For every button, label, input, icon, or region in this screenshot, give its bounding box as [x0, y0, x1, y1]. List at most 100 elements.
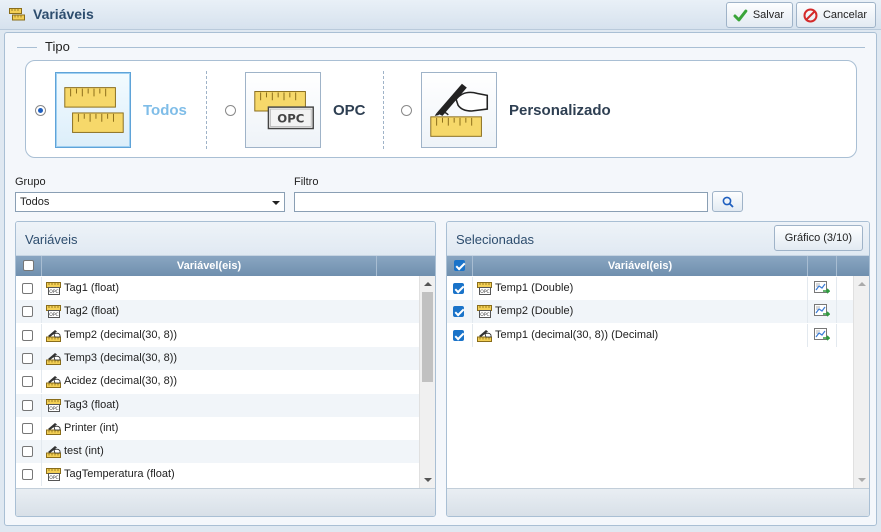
- row-checkbox[interactable]: [453, 306, 464, 318]
- panel-header: Variáveis: [16, 222, 435, 256]
- scroll-down-arrow[interactable]: [424, 478, 432, 482]
- tipo-option-opc[interactable]: OPC OPC: [225, 71, 366, 149]
- custom-pen-icon: [46, 329, 61, 342]
- opc-icon: [477, 305, 492, 318]
- custom-pen-icon: [46, 445, 61, 458]
- row-checkbox[interactable]: [22, 422, 33, 434]
- chevron-down-icon: [272, 201, 280, 205]
- variable-name: Tag1 (float): [64, 282, 120, 294]
- row-checkbox[interactable]: [22, 352, 33, 364]
- opc-icon: [46, 282, 61, 295]
- panel-footer: [16, 488, 435, 516]
- table-row[interactable]: Acidez (decimal(30, 8)): [16, 370, 419, 394]
- custom-pen-icon: [46, 352, 61, 365]
- variable-name: Printer (int): [64, 421, 119, 434]
- radio-opc[interactable]: [225, 104, 236, 116]
- row-checkbox[interactable]: [22, 283, 33, 294]
- save-label: Salvar: [752, 9, 784, 21]
- opc-icon: [477, 282, 492, 295]
- variable-name: Tag2 (float): [64, 305, 120, 318]
- filtro-input[interactable]: [294, 192, 708, 212]
- variable-name: Tag3 (float): [64, 398, 120, 411]
- panel-header: Selecionadas Gráfico (3/10): [447, 222, 869, 256]
- custom-pen-icon: [477, 329, 492, 342]
- chart-add-icon[interactable]: [814, 328, 830, 343]
- grafico-button[interactable]: Gráfico (3/10): [773, 225, 863, 251]
- row-checkbox[interactable]: [22, 306, 33, 318]
- save-button[interactable]: Salvar: [726, 2, 793, 28]
- row-checkbox-cell: [16, 346, 42, 370]
- table-row[interactable]: Tag2 (float): [16, 300, 419, 324]
- row-checkbox-cell: [16, 440, 42, 464]
- opc-icon: [46, 399, 61, 412]
- window-title: Variáveis: [33, 6, 94, 22]
- select-all-checkbox[interactable]: [23, 260, 34, 271]
- select-all-checkbox[interactable]: [454, 260, 465, 271]
- radio-todos[interactable]: [35, 104, 46, 116]
- panel-title: Selecionadas: [456, 232, 535, 247]
- row-checkbox[interactable]: [22, 329, 33, 341]
- search-button[interactable]: [712, 191, 743, 212]
- column-divider: [836, 300, 837, 324]
- variable-name: Acidez (decimal(30, 8)): [64, 375, 178, 388]
- hand-pen-ruler-icon[interactable]: [421, 72, 497, 148]
- grid-header: Variável(eis): [447, 256, 869, 276]
- custom-pen-icon: [46, 375, 61, 388]
- row-checkbox[interactable]: [22, 469, 33, 481]
- scroll-up-arrow[interactable]: [424, 282, 432, 286]
- cancel-label: Cancelar: [822, 9, 867, 21]
- tipo-option-personalizado[interactable]: Personalizado: [401, 71, 611, 149]
- table-row[interactable]: Tag3 (float): [16, 393, 419, 417]
- tipo-label-personalizado[interactable]: Personalizado: [509, 102, 611, 119]
- vertical-scrollbar[interactable]: [853, 276, 869, 488]
- tipo-divider: [17, 47, 865, 48]
- tipo-options-box: Todos OPC OPC Personalizado: [25, 60, 857, 158]
- tipo-label-opc[interactable]: OPC: [333, 102, 366, 119]
- row-checkbox-cell: [447, 323, 473, 347]
- variable-name: Temp1 (Double): [495, 282, 574, 294]
- row-checkbox[interactable]: [22, 399, 33, 411]
- row-checkbox[interactable]: [22, 376, 33, 388]
- grupo-select[interactable]: Todos: [15, 192, 285, 212]
- table-row[interactable]: Temp1 (decimal(30, 8)) (Decimal): [447, 323, 853, 347]
- table-row[interactable]: TagTemperatura (float): [16, 463, 419, 487]
- tipo-option-todos[interactable]: Todos: [35, 71, 187, 149]
- row-checkbox-cell: [16, 463, 42, 487]
- row-checkbox[interactable]: [22, 446, 33, 458]
- scroll-down-arrow[interactable]: [858, 478, 866, 482]
- header-checkbox-cell: [16, 256, 42, 276]
- table-row[interactable]: test (int): [16, 440, 419, 464]
- rulers-icon[interactable]: [55, 72, 131, 148]
- chart-add-icon[interactable]: [814, 304, 830, 319]
- vertical-scrollbar[interactable]: [419, 276, 435, 488]
- cancel-button[interactable]: Cancelar: [796, 2, 876, 28]
- column-divider: [836, 256, 837, 276]
- panel-title: Variáveis: [25, 232, 78, 247]
- row-checkbox-cell: [16, 416, 42, 440]
- opc-ruler-icon[interactable]: OPC: [245, 72, 321, 148]
- variable-name: TagTemperatura (float): [64, 468, 175, 481]
- chart-add-icon[interactable]: [814, 281, 830, 296]
- row-checkbox-cell: [16, 323, 42, 347]
- table-row[interactable]: Temp2 (decimal(30, 8)): [16, 323, 419, 347]
- search-icon: [722, 196, 734, 208]
- table-row[interactable]: Temp1 (Double): [447, 277, 853, 300]
- scroll-up-arrow[interactable]: [858, 282, 866, 286]
- row-checkbox[interactable]: [453, 329, 464, 341]
- table-row[interactable]: Temp2 (Double): [447, 300, 853, 324]
- radio-personalizado[interactable]: [401, 104, 412, 116]
- column-header-variavel[interactable]: Variável(eis): [42, 260, 376, 272]
- tipo-label-todos[interactable]: Todos: [143, 102, 187, 119]
- row-checkbox-cell: [447, 300, 473, 324]
- column-divider: [836, 323, 837, 347]
- variable-name: Temp2 (Double): [495, 305, 574, 318]
- panel-footer: [447, 488, 869, 516]
- table-row[interactable]: Tag1 (float): [16, 277, 419, 300]
- row-checkbox[interactable]: [453, 283, 464, 294]
- variable-name: Temp2 (decimal(30, 8)): [64, 328, 178, 341]
- column-header-variavel[interactable]: Variável(eis): [473, 260, 807, 272]
- table-row[interactable]: Temp3 (decimal(30, 8)): [16, 346, 419, 370]
- table-row[interactable]: Printer (int): [16, 416, 419, 440]
- svg-text:OPC: OPC: [277, 112, 304, 126]
- scroll-thumb[interactable]: [422, 292, 433, 382]
